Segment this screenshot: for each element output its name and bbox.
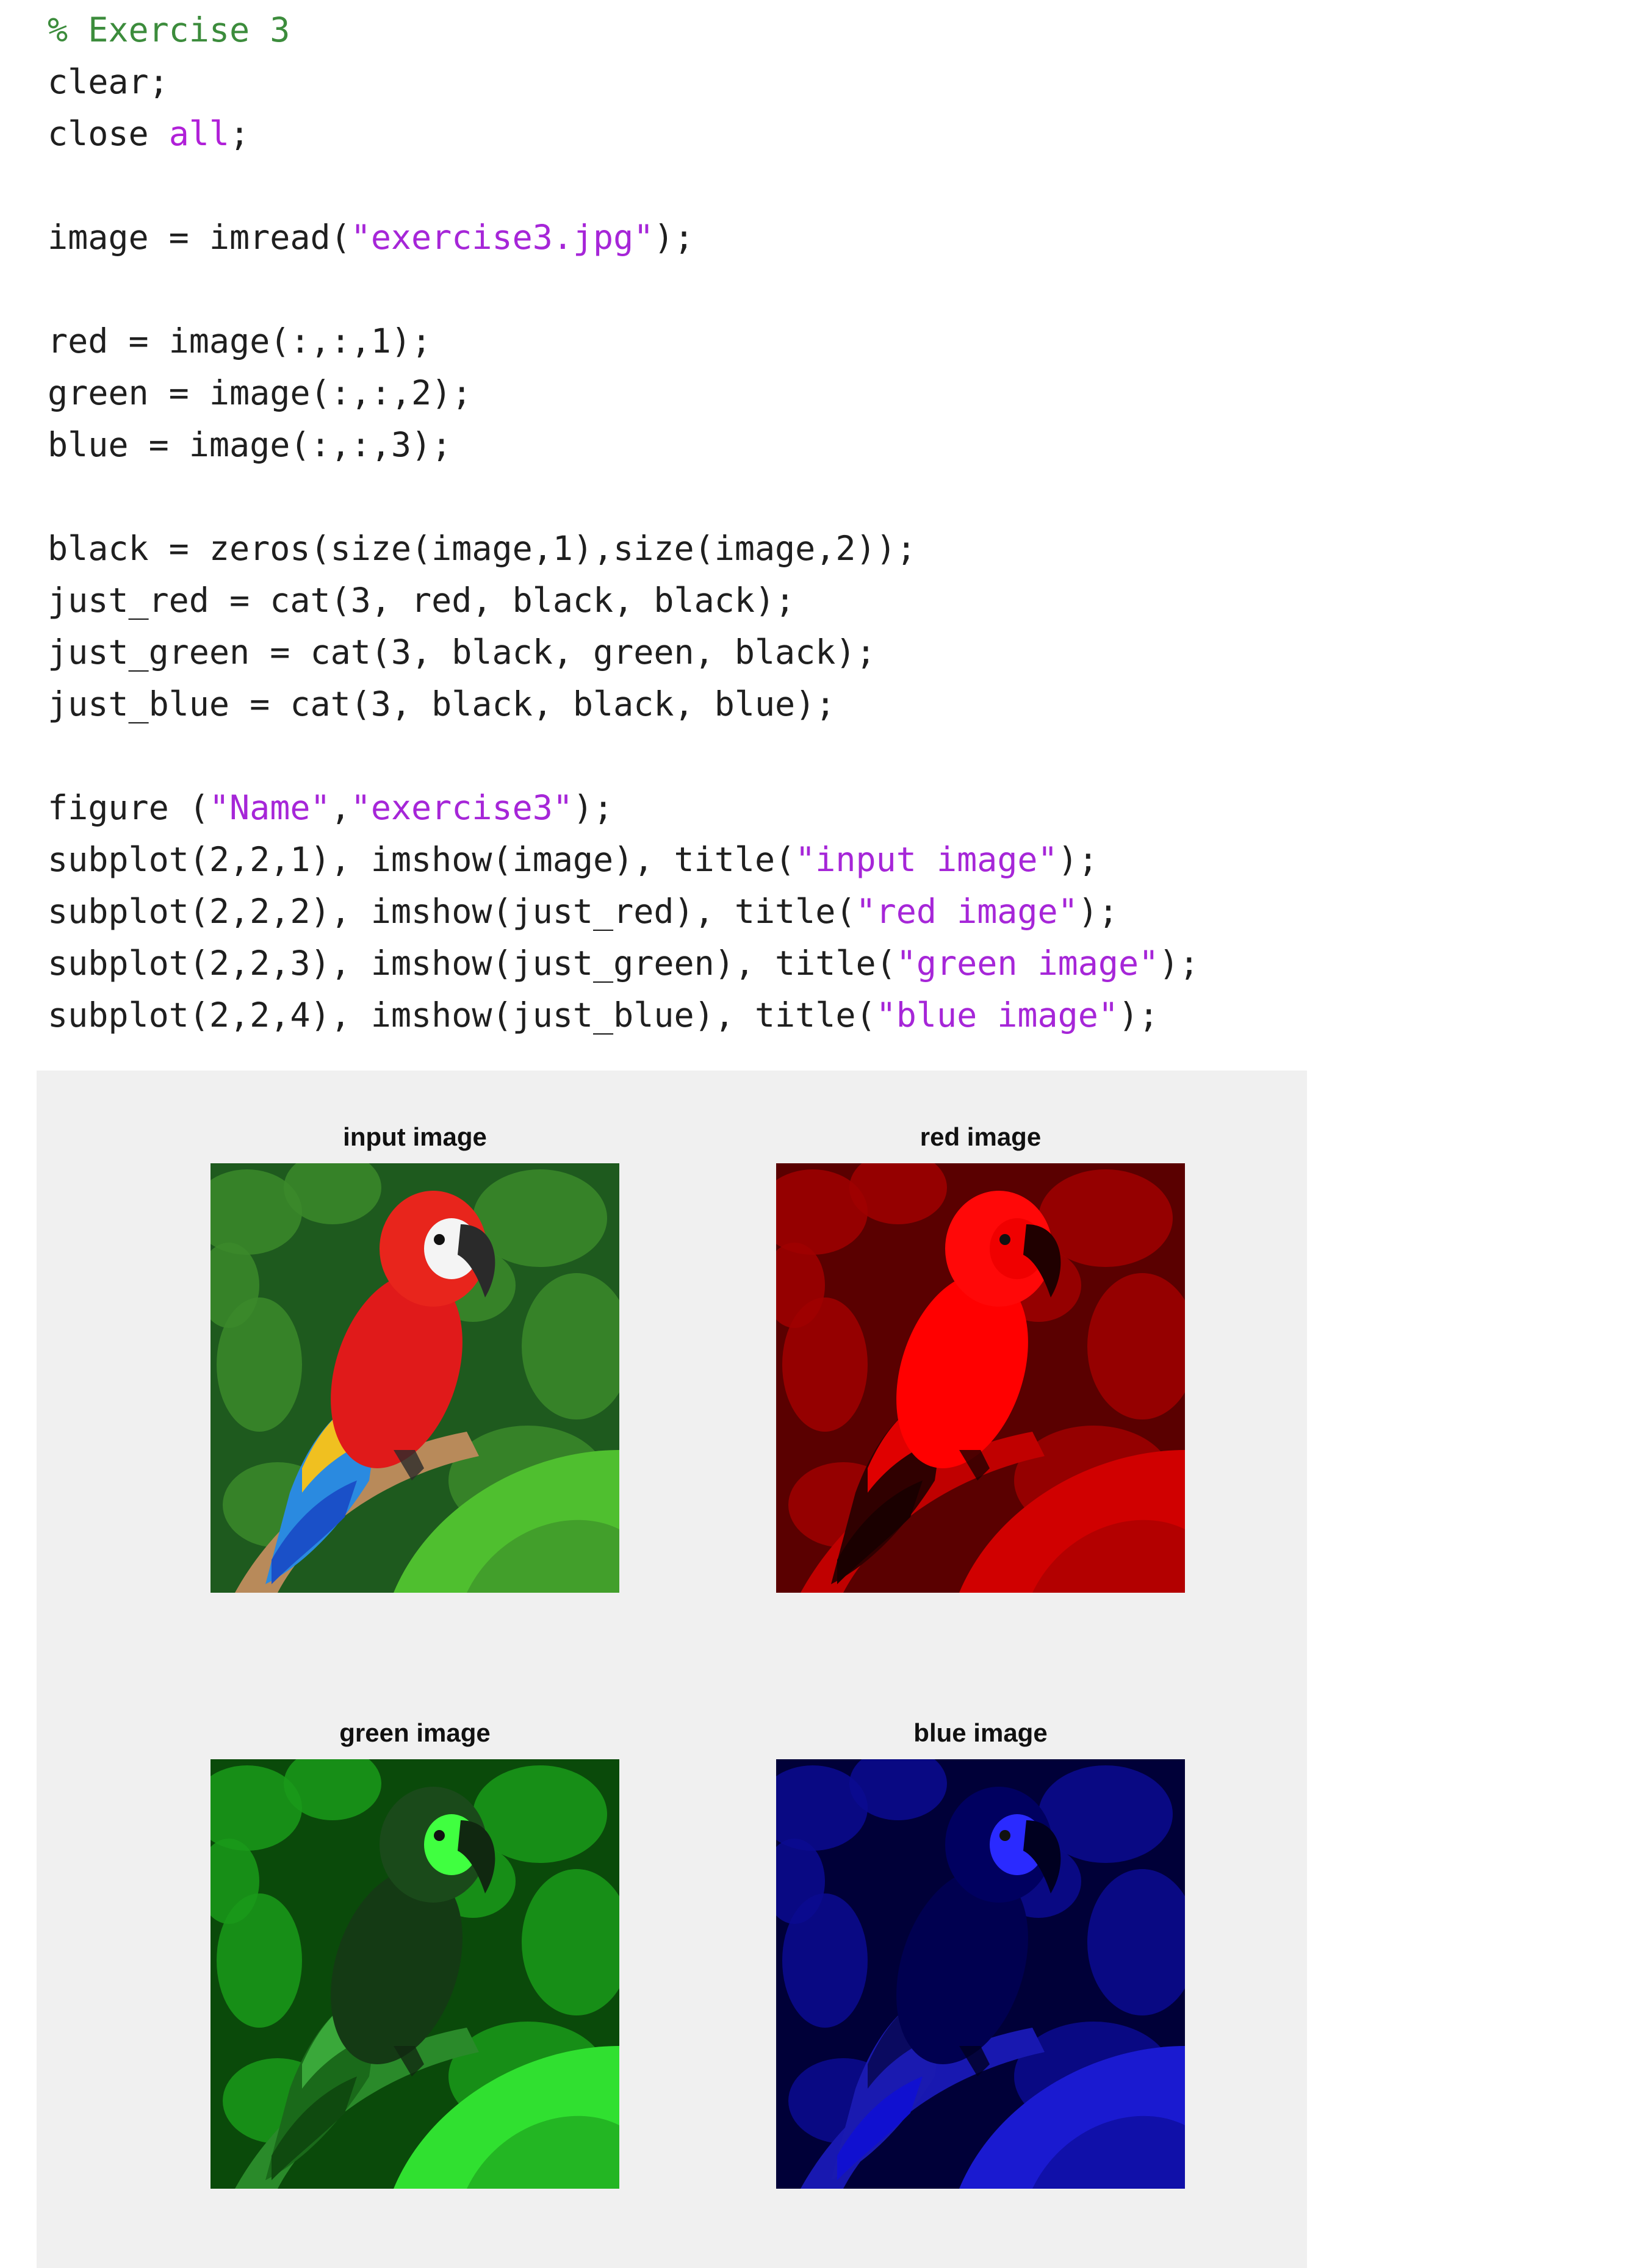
code-line: figure ("Name","exercise3"); <box>48 786 1199 838</box>
code-token: ); <box>1118 996 1159 1035</box>
code-string: "exercise3.jpg" <box>350 218 654 257</box>
code-line: subplot(2,2,4), imshow(just_blue), title… <box>48 994 1199 1046</box>
code-token: subplot(2,2,4), imshow(just_blue), title… <box>48 996 876 1035</box>
code-line: subplot(2,2,3), imshow(just_green), titl… <box>48 942 1199 994</box>
code-token: black = zeros(size(image,1),size(image,2… <box>48 529 916 568</box>
code-keyword: all <box>168 114 230 153</box>
image-canvas <box>776 1759 1185 2189</box>
code-token: green = image(:,:,2); <box>48 373 472 412</box>
code-token: just_green = cat(3, black, green, black)… <box>48 633 876 672</box>
code-token: clear; <box>48 62 169 101</box>
figure-window: input image red image green image blue i… <box>37 1071 1307 2268</box>
code-line: just_green = cat(3, black, green, black)… <box>48 631 1199 683</box>
code-line: subplot(2,2,1), imshow(image), title("in… <box>48 838 1199 890</box>
code-line: red = image(:,:,1); <box>48 320 1199 371</box>
code-token: ); <box>1159 944 1200 983</box>
code-token: , <box>330 788 351 827</box>
axes-blue-image <box>776 1759 1185 2189</box>
code-token: ); <box>653 218 694 257</box>
axes-title-input: input image <box>343 1122 487 1151</box>
code-string: "blue image" <box>876 996 1118 1035</box>
code-line: green = image(:,:,2); <box>48 371 1199 423</box>
axes-red-image <box>776 1163 1185 1593</box>
code-string: "red image" <box>855 892 1078 931</box>
code-string: "Name" <box>209 788 331 827</box>
parrot-eye <box>999 1234 1010 1245</box>
code-string: "input image" <box>795 840 1058 879</box>
code-line: just_blue = cat(3, black, black, blue); <box>48 683 1199 734</box>
code-token: red = image(:,:,1); <box>48 321 432 361</box>
image-canvas <box>211 1163 619 1593</box>
code-token: subplot(2,2,2), imshow(just_red), title( <box>48 892 856 931</box>
axes-title-blue: blue image <box>913 1718 1048 1747</box>
code-string: "exercise3" <box>350 788 573 827</box>
axes-input-image <box>211 1163 619 1593</box>
code-line: % Exercise 3 <box>48 9 1199 60</box>
code-token: close <box>48 114 169 153</box>
code-line: black = zeros(size(image,1),size(image,2… <box>48 527 1199 579</box>
code-token: figure ( <box>48 788 209 827</box>
axes-title-green: green image <box>339 1718 491 1747</box>
image-canvas <box>776 1163 1185 1593</box>
code-token: ); <box>572 788 614 827</box>
axes-green-image <box>211 1759 619 2189</box>
code-token: image = imread( <box>48 218 351 257</box>
parrot-eye <box>434 1234 445 1245</box>
code-comment: % Exercise 3 <box>48 10 290 49</box>
code-token: ); <box>1078 892 1118 931</box>
code-editor[interactable]: % Exercise 3 clear; close all; image = imre… <box>48 9 1199 1046</box>
code-line: just_red = cat(3, red, black, black); <box>48 579 1199 631</box>
code-token: subplot(2,2,3), imshow(just_green), titl… <box>48 944 896 983</box>
axes-title-red: red image <box>920 1122 1042 1151</box>
image-canvas <box>211 1759 619 2189</box>
code-token: subplot(2,2,1), imshow(image), title( <box>48 840 796 879</box>
code-line: clear; <box>48 60 1199 112</box>
parrot-eye <box>999 1830 1010 1841</box>
code-line: blue = image(:,:,3); <box>48 423 1199 475</box>
code-line: close all; <box>48 112 1199 164</box>
code-token: ; <box>229 114 250 153</box>
code-token: ); <box>1057 840 1098 879</box>
code-line: image = imread("exercise3.jpg"); <box>48 216 1199 268</box>
code-token: blue = image(:,:,3); <box>48 425 452 464</box>
code-line: subplot(2,2,2), imshow(just_red), title(… <box>48 890 1199 942</box>
code-string: "green image" <box>896 944 1159 983</box>
code-token: just_blue = cat(3, black, black, blue); <box>48 684 836 723</box>
parrot-eye <box>434 1830 445 1841</box>
code-token: just_red = cat(3, red, black, black); <box>48 581 796 620</box>
